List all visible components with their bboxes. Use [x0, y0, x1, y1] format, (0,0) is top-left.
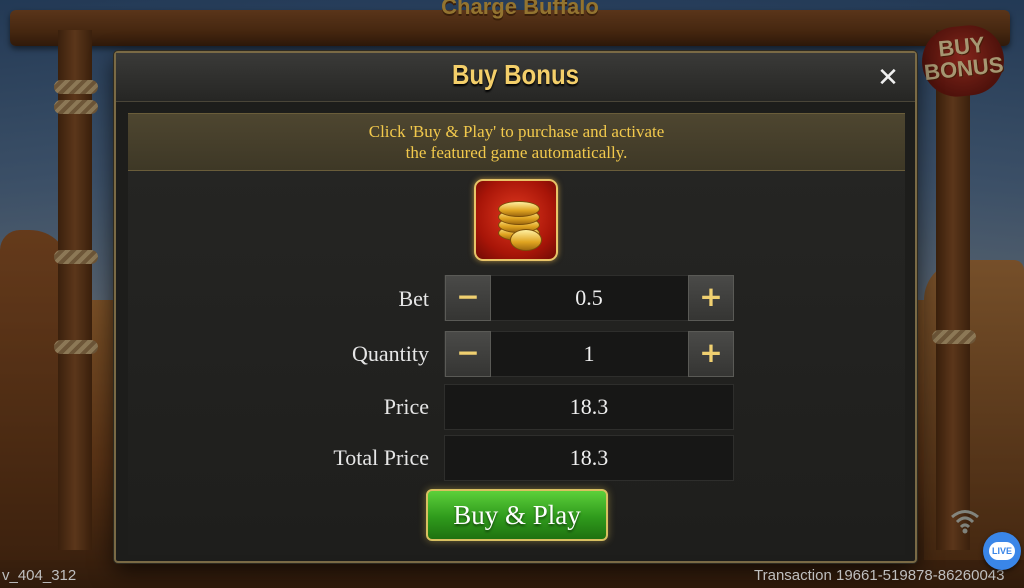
close-icon[interactable]: ✕ — [873, 63, 903, 93]
buy-and-play-button[interactable]: Buy & Play — [426, 489, 608, 541]
price-label: Price — [383, 394, 429, 419]
gold-coins-icon — [474, 179, 558, 261]
quantity-decrease-button[interactable]: − — [445, 331, 491, 377]
quantity-label: Quantity — [352, 341, 429, 366]
instruction-line-2: the featured game automatically. — [405, 143, 628, 162]
bet-label: Bet — [398, 286, 429, 311]
live-chat-button[interactable]: LIVE — [983, 532, 1021, 570]
bet-decrease-button[interactable]: − — [445, 275, 491, 321]
total-price-value: 18.3 — [444, 435, 734, 481]
quantity-increase-button[interactable]: + — [688, 331, 734, 377]
price-value: 18.3 — [444, 384, 734, 430]
total-price-label: Total Price — [333, 445, 429, 470]
bet-increase-button[interactable]: + — [688, 275, 734, 321]
buy-bonus-dialog: Buy Bonus ✕ Click 'Buy & Play' to purcha… — [114, 51, 917, 563]
wifi-icon — [951, 510, 979, 534]
dialog-header: Buy Bonus ✕ — [116, 53, 915, 102]
transaction-id: Transaction 19661-519878-86260043 — [754, 567, 1005, 584]
instruction-banner: Click 'Buy & Play' to purchase and activ… — [128, 113, 905, 171]
dialog-title: Buy Bonus — [451, 59, 580, 90]
version-label: v_404_312 — [2, 567, 77, 584]
live-chat-label: LIVE — [989, 542, 1015, 560]
instruction-line-1: Click 'Buy & Play' to purchase and activ… — [368, 122, 665, 141]
